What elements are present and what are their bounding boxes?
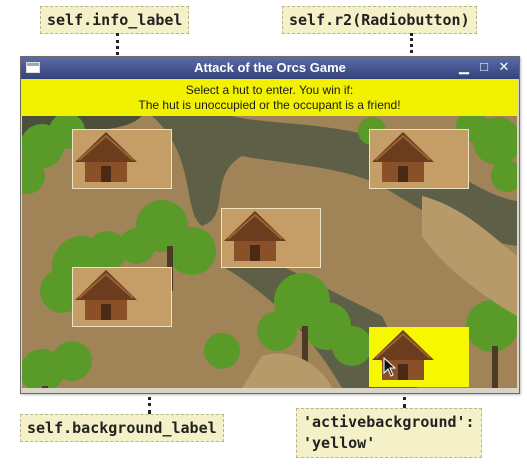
hut-icon [372,132,434,182]
hut-icon [75,270,137,320]
hut-icon [372,330,434,380]
hut-icon [224,211,286,261]
background-label [22,116,517,388]
hut-radiobutton-2[interactable] [369,129,469,189]
hut-radiobutton-4[interactable] [72,267,172,327]
window-title: Attack of the Orcs Game [194,60,346,75]
callout-active-background-line1: 'activebackground': [303,413,475,431]
hut-icon [75,132,137,182]
minimize-icon[interactable]: ▁ [457,60,471,74]
callout-info-label: self.info_label [40,6,190,34]
mouse-cursor-icon [383,357,397,377]
info-label: Select a hut to enter. You win if: The h… [22,80,517,116]
callout-background-label: self.background_label [20,414,224,442]
hut-radiobutton-3[interactable] [221,208,321,268]
title-bar[interactable]: Attack of the Orcs Game ▁ □ ✕ [21,57,519,79]
close-icon[interactable]: ✕ [497,60,511,74]
hut-radiobutton-1[interactable] [72,129,172,189]
maximize-icon[interactable]: □ [477,60,491,74]
callout-radiobutton: self.r2(Radiobutton) [282,6,477,34]
info-line-1: Select a hut to enter. You win if: [185,83,354,97]
game-window: Attack of the Orcs Game ▁ □ ✕ Select a h… [20,56,520,394]
callout-active-background-line2: 'yellow' [303,434,376,452]
info-line-2: The hut is unoccupied or the occupant is… [138,98,401,112]
callout-active-background: 'activebackground': 'yellow' [296,408,482,458]
hut-radiobutton-5[interactable] [369,327,469,387]
